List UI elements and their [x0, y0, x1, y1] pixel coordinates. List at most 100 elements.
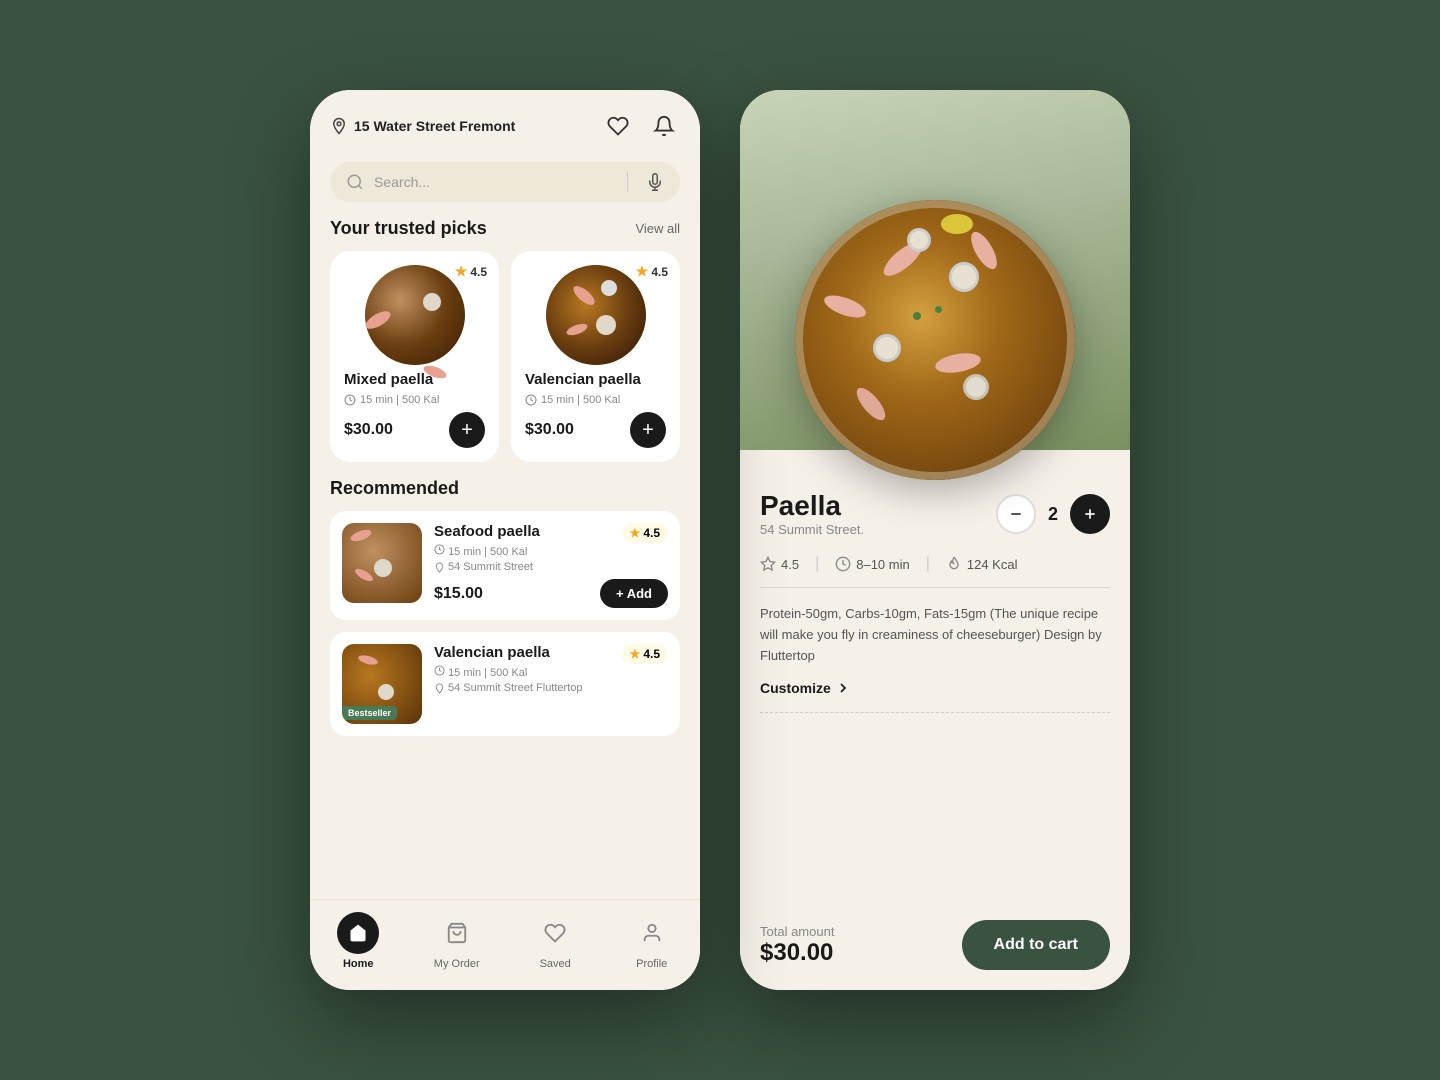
- add-button-1[interactable]: +: [449, 412, 485, 448]
- quantity-value: 2: [1048, 504, 1058, 525]
- nav-profile[interactable]: Profile: [631, 912, 673, 970]
- detail-content: Paella 54 Summit Street. 2 4.5 |: [740, 470, 1130, 908]
- location-icon: [330, 117, 348, 135]
- dish-address: 54 Summit Street.: [760, 522, 864, 537]
- heart-icon: [607, 115, 629, 137]
- rec-card-2[interactable]: Bestseller Valencian paella 15 min | 500…: [330, 632, 680, 736]
- pick-card-1[interactable]: ★ 4.5 Mixed paella 15 min | 500 Kal $30.…: [330, 251, 499, 462]
- plus-icon: [1082, 506, 1098, 522]
- pick-time-2: 15 min | 500 Kal: [541, 394, 620, 406]
- search-input[interactable]: Search...: [374, 174, 617, 190]
- rec-price-1: $15.00: [434, 585, 483, 603]
- rating-2: 4.5: [651, 265, 668, 279]
- bell-icon: [653, 115, 675, 137]
- pick-meta-2: 15 min | 500 Kal: [525, 394, 620, 406]
- notification-icon-btn[interactable]: [648, 110, 680, 142]
- trusted-picks-header: Your trusted picks View all: [310, 218, 700, 251]
- clock-icon-rec1: [434, 544, 445, 555]
- rec-addr-1: 54 Summit Street: [448, 561, 533, 573]
- clock-detail-icon: [835, 556, 851, 572]
- star-badge-2: ★ 4.5: [636, 263, 668, 280]
- dish-name: Paella: [760, 490, 864, 522]
- nav-my-order[interactable]: My Order: [434, 912, 480, 970]
- profile-icon: [641, 922, 663, 944]
- pick-meta-1: 15 min | 500 Kal: [344, 394, 439, 406]
- stat-kcal: 124 Kcal: [946, 556, 1018, 572]
- my-order-icon-wrap: [436, 912, 478, 954]
- pin-icon-2: [434, 683, 445, 694]
- rating-value: 4.5: [781, 557, 799, 572]
- detail-stats: 4.5 | 8–10 min | 124 Kcal: [760, 555, 1110, 588]
- food-image-1: [365, 265, 465, 365]
- home-icon: [348, 923, 368, 943]
- pick-price-row-1: $30.00 +: [344, 412, 485, 448]
- rec-meta-1: 15 min | 500 Kal: [434, 544, 668, 558]
- total-label: Total amount: [760, 924, 834, 939]
- recommended-header: Recommended: [310, 478, 700, 511]
- rec-meta-2: 15 min | 500 Kal: [434, 665, 668, 679]
- rec-image-2: Bestseller: [342, 644, 422, 724]
- rec-add-button-1[interactable]: + Add: [600, 579, 668, 608]
- rec-star-icon-2: ★: [630, 647, 641, 661]
- total-amount-block: Total amount $30.00: [760, 924, 834, 967]
- view-all-button[interactable]: View all: [635, 221, 680, 236]
- search-divider: [627, 172, 628, 192]
- nav-label-saved: Saved: [540, 958, 571, 970]
- quantity-decrease-button[interactable]: [996, 494, 1036, 534]
- quantity-increase-button[interactable]: [1070, 494, 1110, 534]
- total-row: Total amount $30.00 Add to cart: [740, 908, 1130, 990]
- total-price: $30.00: [760, 939, 834, 967]
- rec-time-1: 15 min | 500 Kal: [448, 546, 527, 558]
- profile-icon-wrap: [631, 912, 673, 954]
- phone-header: 15 Water Street Fremont: [310, 90, 700, 152]
- bag-icon: [446, 922, 468, 944]
- kcal-value: 124 Kcal: [967, 557, 1018, 572]
- chevron-right-icon: [835, 680, 851, 696]
- rec-location-2: 54 Summit Street Fluttertop: [434, 682, 668, 694]
- pick-price-2: $30.00: [525, 421, 574, 439]
- saved-icon-wrap: [534, 912, 576, 954]
- minus-icon: [1008, 506, 1024, 522]
- customize-row[interactable]: Customize: [760, 680, 1110, 713]
- rec-location-1: 54 Summit Street: [434, 561, 668, 573]
- rec-price-row-1: $15.00 + Add: [434, 579, 668, 608]
- pick-time-1: 15 min | 500 Kal: [360, 394, 439, 406]
- add-to-cart-button[interactable]: Add to cart: [962, 920, 1110, 970]
- search-icon: [346, 173, 364, 191]
- trusted-picks-list: ★ 4.5 Mixed paella 15 min | 500 Kal $30.…: [310, 251, 700, 478]
- rec-star-icon-1: ★: [630, 526, 641, 540]
- paella-dish-image: [795, 200, 1075, 480]
- location-text: 15 Water Street Fremont: [354, 118, 515, 134]
- detail-hero: [740, 90, 1130, 450]
- search-bar[interactable]: Search...: [330, 162, 680, 202]
- star-badge-1: ★ 4.5: [455, 263, 487, 280]
- detail-description: Protein-50gm, Carbs-10gm, Fats-15gm (The…: [760, 604, 1110, 666]
- trusted-picks-title: Your trusted picks: [330, 218, 487, 239]
- rec-time-2: 15 min | 500 Kal: [448, 667, 527, 679]
- pick-card-2[interactable]: ★ 4.5 Valencian paella 15 min | 500 Kal …: [511, 251, 680, 462]
- microphone-icon[interactable]: [646, 173, 664, 191]
- star-icon-2: ★: [636, 263, 649, 280]
- rec-rating-1: 4.5: [643, 526, 660, 540]
- add-button-2[interactable]: +: [630, 412, 666, 448]
- rec-addr-2: 54 Summit Street Fluttertop: [448, 682, 583, 694]
- rec-star-badge-2: ★ 4.5: [622, 644, 668, 664]
- pick-name-1: Mixed paella: [344, 371, 433, 388]
- nav-saved[interactable]: Saved: [534, 912, 576, 970]
- pick-name-2: Valencian paella: [525, 371, 641, 388]
- nav-home[interactable]: Home: [337, 912, 379, 970]
- rec-card-1[interactable]: Seafood paella 15 min | 500 Kal 54 Summi…: [330, 511, 680, 620]
- favorites-icon-btn[interactable]: [602, 110, 634, 142]
- rating-1: 4.5: [470, 265, 487, 279]
- pick-price-1: $30.00: [344, 421, 393, 439]
- time-value: 8–10 min: [856, 557, 909, 572]
- detail-title-row: Paella 54 Summit Street. 2: [760, 490, 1110, 551]
- customize-label: Customize: [760, 680, 831, 696]
- nav-label-my-order: My Order: [434, 958, 480, 970]
- left-phone: 15 Water Street Fremont Search...: [310, 90, 700, 990]
- pick-price-row-2: $30.00 +: [525, 412, 666, 448]
- recommended-title: Recommended: [330, 478, 459, 499]
- bestseller-tag: Bestseller: [342, 706, 397, 720]
- star-icon-1: ★: [455, 263, 468, 280]
- clock-icon-2: [525, 394, 537, 406]
